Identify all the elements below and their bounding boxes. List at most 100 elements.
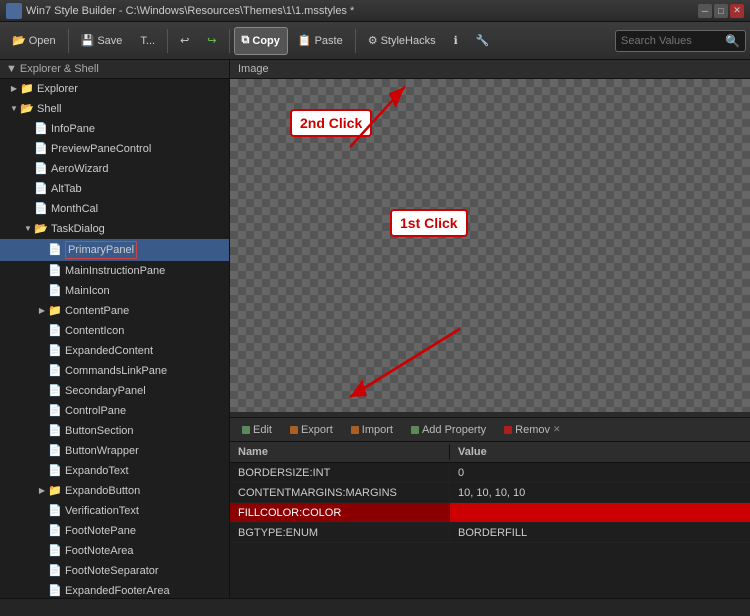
- tree-arrow: [36, 365, 48, 377]
- tab-close-icon[interactable]: ✕: [553, 424, 561, 435]
- tree-item-label: MainInstructionPane: [65, 263, 165, 279]
- tree-item-mainicon[interactable]: 📄MainIcon: [0, 281, 229, 301]
- tree-item-contentpane[interactable]: 📁ContentPane: [0, 301, 229, 321]
- tree-item-monthcal[interactable]: 📄MonthCal: [0, 199, 229, 219]
- table-row[interactable]: FILLCOLOR:COLOR: [230, 503, 750, 523]
- file-icon: 📄: [48, 365, 62, 377]
- file-icon: 📄: [48, 465, 62, 477]
- tree-arrow: [36, 305, 48, 317]
- tab-export[interactable]: Export: [282, 421, 341, 439]
- tab-import[interactable]: Import: [343, 421, 401, 439]
- toolbar: 📂 Open 💾 Save T... ↩ ↪ ⧉ Copy 📋 Paste ⚙ …: [0, 22, 750, 60]
- tree-arrow: [22, 223, 34, 235]
- tree-item-maininstruction[interactable]: 📄MainInstructionPane: [0, 261, 229, 281]
- file-icon: 📄: [48, 325, 62, 337]
- tree-expand-icon: ▼: [6, 63, 17, 75]
- tree-item-label: ExpandedFooterArea: [65, 583, 170, 598]
- tab-icon: [242, 426, 250, 434]
- tree-item-footnotepane[interactable]: 📄FootNotePane: [0, 521, 229, 541]
- tree-arrow: [36, 325, 48, 337]
- prop-value: 0: [450, 463, 750, 482]
- tree-item-buttonwrapper[interactable]: 📄ButtonWrapper: [0, 441, 229, 461]
- search-input[interactable]: [621, 35, 721, 47]
- info-button[interactable]: ℹ: [446, 27, 466, 55]
- toolbar-separator-3: [229, 29, 230, 53]
- tree-item-label: ControlPane: [65, 403, 126, 419]
- table-row[interactable]: BGTYPE:ENUMBORDERFILL: [230, 523, 750, 543]
- folder-icon: 📂: [34, 223, 48, 235]
- paste-icon: 📋: [298, 34, 312, 47]
- tree-arrow: [36, 445, 48, 457]
- tab-label: Export: [301, 424, 333, 436]
- search-box[interactable]: 🔍: [615, 30, 746, 52]
- tree-item-label: FootNoteSeparator: [65, 563, 159, 579]
- tree-item-alttab[interactable]: 📄AltTab: [0, 179, 229, 199]
- tree-arrow: [36, 285, 48, 297]
- table-row[interactable]: BORDERSIZE:INT0: [230, 463, 750, 483]
- maximize-button[interactable]: □: [714, 4, 728, 18]
- file-icon: 📄: [48, 445, 62, 457]
- tree-item-contenticon[interactable]: 📄ContentIcon: [0, 321, 229, 341]
- properties-table: Name Value BORDERSIZE:INT0CONTENTMARGINS…: [230, 442, 750, 598]
- file-icon: 📄: [48, 285, 62, 297]
- copy-button[interactable]: ⧉ Copy: [234, 27, 288, 55]
- stylehacks-button[interactable]: ⚙ StyleHacks: [360, 27, 444, 55]
- tree-item-expandedcontent[interactable]: 📄ExpandedContent: [0, 341, 229, 361]
- tree-item-label: FootNoteArea: [65, 543, 133, 559]
- annotation-2nd-click: 2nd Click: [290, 109, 372, 137]
- file-icon: 📄: [48, 585, 62, 597]
- tree-item-controlpane[interactable]: 📄ControlPane: [0, 401, 229, 421]
- toolbar-separator: [68, 29, 69, 53]
- search-icon: 🔍: [725, 34, 740, 48]
- tree-arrow: [36, 545, 48, 557]
- tree-item-verificationtext[interactable]: 📄VerificationText: [0, 501, 229, 521]
- tree-item-previewpane[interactable]: 📄PreviewPaneControl: [0, 139, 229, 159]
- tree-item-commandslinkpane[interactable]: 📄CommandsLinkPane: [0, 361, 229, 381]
- table-row[interactable]: CONTENTMARGINS:MARGINS10, 10, 10, 10: [230, 483, 750, 503]
- tree-item-label: CommandsLinkPane: [65, 363, 167, 379]
- tree-item-expandobutton[interactable]: 📁ExpandoButton: [0, 481, 229, 501]
- minimize-button[interactable]: ─: [698, 4, 712, 18]
- file-icon: 📄: [34, 123, 48, 135]
- tab-addprop[interactable]: Add Property: [403, 421, 494, 439]
- prop-value: 10, 10, 10, 10: [450, 483, 750, 502]
- close-button[interactable]: ✕: [730, 4, 744, 18]
- status-bar: [0, 598, 750, 616]
- file-icon: 📄: [34, 203, 48, 215]
- image-tab[interactable]: Image: [230, 60, 750, 79]
- paste-button[interactable]: 📋 Paste: [290, 27, 351, 55]
- tab-label: Import: [362, 424, 393, 436]
- t-button[interactable]: T...: [132, 27, 163, 55]
- tree-item-footnotearea[interactable]: 📄FootNoteArea: [0, 541, 229, 561]
- tree-arrow: [36, 525, 48, 537]
- prop-name: FILLCOLOR:COLOR: [230, 503, 450, 522]
- tree-item-infopane[interactable]: 📄InfoPane: [0, 119, 229, 139]
- tree-item-taskdialog[interactable]: 📂TaskDialog: [0, 219, 229, 239]
- tree-container[interactable]: 📁Explorer📂Shell📄InfoPane📄PreviewPaneCont…: [0, 79, 229, 598]
- annotation-2nd-label: 2nd Click: [290, 109, 372, 137]
- open-button[interactable]: 📂 Open: [4, 27, 64, 55]
- main-layout: ▼ Explorer & Shell 📁Explorer📂Shell📄InfoP…: [0, 60, 750, 598]
- undo-button[interactable]: ↩: [172, 27, 197, 55]
- tree-item-shell[interactable]: 📂Shell: [0, 99, 229, 119]
- toolbar-separator-2: [167, 29, 168, 53]
- save-button[interactable]: 💾 Save: [73, 27, 131, 55]
- redo-button[interactable]: ↪: [199, 27, 224, 55]
- tree-item-expandotext[interactable]: 📄ExpandoText: [0, 461, 229, 481]
- tree-item-buttonsection[interactable]: 📄ButtonSection: [0, 421, 229, 441]
- settings-button[interactable]: 🔧: [468, 27, 498, 55]
- tree-item-secondarypanel[interactable]: 📄SecondaryPanel: [0, 381, 229, 401]
- tree-item-aerowizard[interactable]: 📄AeroWizard: [0, 159, 229, 179]
- tab-remove[interactable]: Remov✕: [496, 421, 568, 439]
- tree-item-expandedfooterarea[interactable]: 📄ExpandedFooterArea: [0, 581, 229, 598]
- tree-arrow: [22, 183, 34, 195]
- tree-header: ▼ Explorer & Shell: [0, 60, 229, 79]
- tree-item-label: Shell: [37, 101, 61, 117]
- tree-item-primarypanel[interactable]: 📄PrimaryPanel: [0, 239, 229, 261]
- tree-item-explorer[interactable]: 📁Explorer: [0, 79, 229, 99]
- file-icon: 📄: [48, 545, 62, 557]
- tree-item-label: ContentPane: [65, 303, 129, 319]
- tree-item-footnoteseparator[interactable]: 📄FootNoteSeparator: [0, 561, 229, 581]
- tree-item-label: PreviewPaneControl: [51, 141, 151, 157]
- tab-edit[interactable]: Edit: [234, 421, 280, 439]
